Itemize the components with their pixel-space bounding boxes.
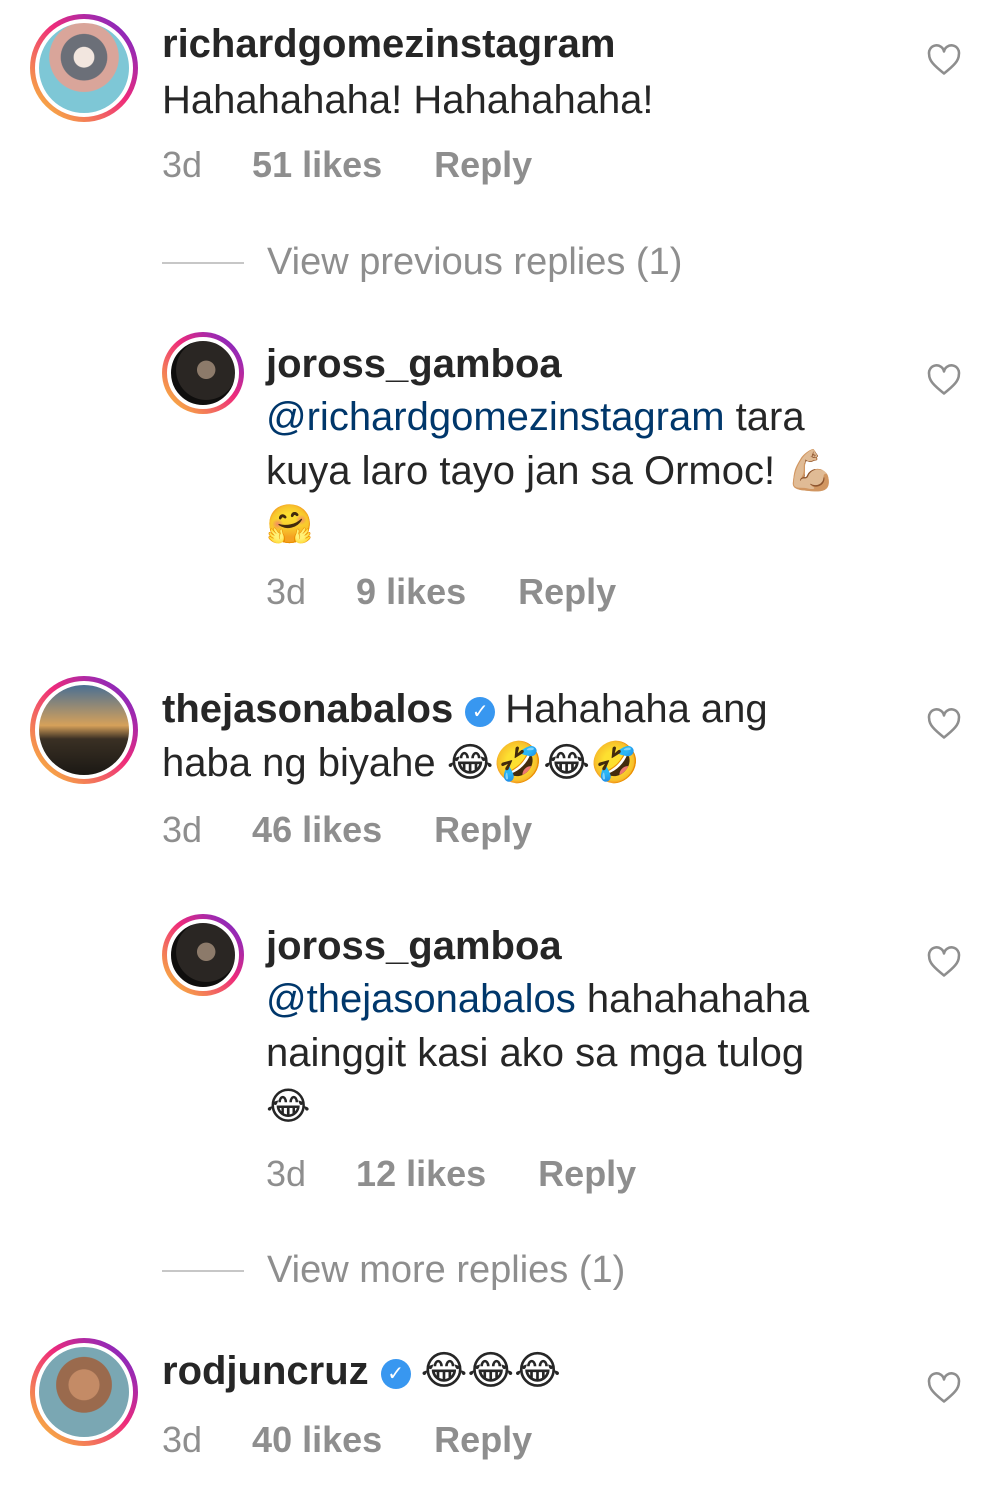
comment-time: 3d	[162, 144, 203, 185]
mention-link[interactable]: @richardgomezinstagram	[266, 395, 725, 439]
comment-meta: 3d 46 likes Reply	[162, 808, 532, 852]
comment-username[interactable]: richardgomezinstagram	[162, 20, 615, 68]
comment-text-part: 😂😂😂	[420, 1349, 561, 1393]
reply-joross-gamboa: joross_gamboa @thejasonabalos hahahahaha…	[0, 902, 1000, 1202]
comment-likes[interactable]: 46 likes	[252, 808, 382, 852]
mention-link[interactable]: @thejasonabalos	[266, 977, 576, 1021]
heart-icon[interactable]	[927, 708, 961, 740]
comment-text-line: 🤗	[266, 504, 314, 546]
comment-time: 3d	[266, 571, 307, 612]
comment-first-line: thejasonabalos ✓ Hahahaha ang	[162, 682, 768, 736]
view-replies-label[interactable]: View previous replies (1)	[267, 240, 682, 284]
verified-badge-icon: ✓	[380, 1359, 411, 1389]
comment-text-line: haba ng biyahe 😂🤣😂🤣	[162, 741, 640, 785]
heart-icon[interactable]	[927, 364, 961, 396]
comment-text: Hahahahaha! Hahahahaha!	[162, 78, 654, 122]
comment-likes[interactable]: 51 likes	[252, 143, 382, 187]
comment-text-part: tara	[724, 395, 805, 439]
verified-badge-icon: ✓	[465, 697, 496, 727]
comment-meta: 3d 51 likes Reply	[162, 143, 532, 187]
comment-thejasonabalos: thejasonabalos ✓ Hahahaha ang haba ng biya…	[0, 670, 1000, 870]
reply-button[interactable]: Reply	[434, 143, 532, 187]
comment-username[interactable]: joross_gamboa	[266, 340, 562, 388]
comment-text: @thejasonabalos hahahahaha	[266, 972, 809, 1026]
comment-text: @richardgomezinstagram tara	[266, 390, 805, 444]
comment-rodjuncruz: rodjuncruz ✓ 😂😂😂 3d 40 likes Reply	[0, 1332, 1000, 1497]
comment-username[interactable]: rodjuncruz	[162, 1349, 369, 1393]
comment-text-line: kuya laro tayo jan sa Ormoc! 💪🏼	[266, 449, 837, 493]
view-previous-replies[interactable]: View previous replies (1)	[162, 240, 862, 284]
comment-first-line: rodjuncruz ✓ 😂😂😂	[162, 1344, 561, 1398]
divider	[162, 262, 244, 264]
avatar[interactable]	[162, 332, 244, 414]
comment-text-part: Hahahaha ang	[505, 687, 768, 731]
reply-joross-gamboa: joross_gamboa @richardgomezinstagram tar…	[0, 320, 1000, 620]
reply-button[interactable]: Reply	[434, 808, 532, 852]
comment-time: 3d	[266, 1153, 307, 1194]
comment-likes[interactable]: 9 likes	[356, 570, 466, 614]
comment-username[interactable]: thejasonabalos	[162, 687, 453, 731]
avatar[interactable]	[30, 1338, 138, 1446]
comment-text-line: nainggit kasi ako sa mga tulog	[266, 1031, 805, 1075]
avatar[interactable]	[30, 676, 138, 784]
heart-icon[interactable]	[927, 1372, 961, 1404]
comment-text-line: 😂	[266, 1086, 311, 1128]
heart-icon[interactable]	[927, 946, 961, 978]
avatar[interactable]	[162, 914, 244, 996]
comment-text-part: hahahahaha	[575, 977, 810, 1021]
divider	[162, 1270, 244, 1272]
comment-meta: 3d 40 likes Reply	[162, 1418, 532, 1462]
heart-icon[interactable]	[927, 44, 961, 76]
comment-likes[interactable]: 12 likes	[356, 1152, 486, 1196]
comment-username[interactable]: joross_gamboa	[266, 922, 562, 970]
comment-time: 3d	[162, 1419, 203, 1460]
comment-likes[interactable]: 40 likes	[252, 1418, 382, 1462]
view-more-replies[interactable]: View more replies (1)	[162, 1248, 862, 1292]
comment-meta: 3d 9 likes Reply	[266, 570, 616, 614]
comment-richardgomezinstagram: richardgomezinstagram Hahahahaha! Hahaha…	[0, 0, 1000, 200]
comment-time: 3d	[162, 809, 203, 850]
reply-button[interactable]: Reply	[434, 1418, 532, 1462]
avatar[interactable]	[30, 14, 138, 122]
comment-meta: 3d 12 likes Reply	[266, 1152, 636, 1196]
view-replies-label[interactable]: View more replies (1)	[267, 1248, 625, 1292]
reply-button[interactable]: Reply	[518, 570, 616, 614]
reply-button[interactable]: Reply	[538, 1152, 636, 1196]
